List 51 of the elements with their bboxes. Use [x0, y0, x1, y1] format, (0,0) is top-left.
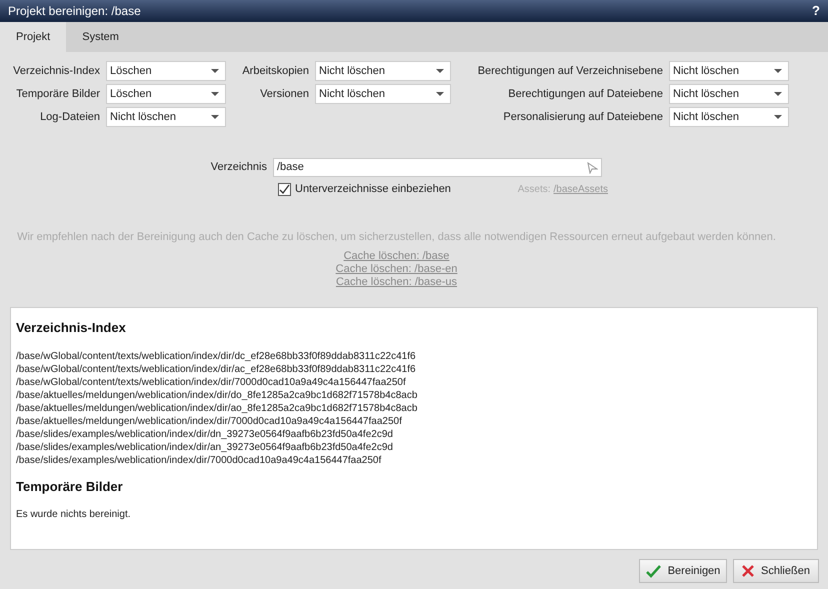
option-label: Temporäre Bilder	[15, 86, 101, 102]
section-heading: Temporäre Bilder	[16, 478, 124, 496]
caret-icon	[774, 115, 782, 119]
caret-icon	[774, 92, 782, 96]
dialog-button[interactable]: Schließen	[733, 559, 819, 583]
field-label: Verzeichnis	[210, 161, 267, 174]
result-line: /base/aktuelles/meldungen/weblication/index/dir/7000d0cad10a9a49c4a156447faa250f	[16, 414, 403, 428]
option-label: Personalisierung auf Dateiebene	[502, 110, 664, 125]
close-icon	[742, 565, 754, 577]
dialog-button[interactable]: Bereinigen	[639, 559, 727, 583]
option-label: Berechtigungen auf Verzeichnisebene	[476, 64, 664, 79]
dropdown[interactable]: Nicht löschen	[669, 61, 789, 81]
option-label: Log-Dateien	[39, 110, 101, 125]
caret-icon	[436, 69, 444, 73]
caret-icon	[211, 115, 219, 119]
dropdown[interactable]: Nicht löschen	[315, 61, 451, 81]
result-line: /base/slides/examples/weblication/index/dir/dn_39273e0564f9aafb6b23fd50a4fe2c9d	[16, 428, 394, 440]
checkbox[interactable]	[278, 182, 291, 196]
option-label: Versionen	[259, 86, 310, 102]
dropdown[interactable]: Löschen	[106, 84, 226, 104]
pointer-icon	[587, 162, 598, 174]
check-icon	[646, 564, 661, 578]
checkbox-label[interactable]: Unterverzeichnisse einbeziehen	[295, 181, 451, 198]
result-line: Es wurde nichts bereinigt.	[16, 508, 132, 521]
result-line: /base/wGlobal/content/texts/weblication/index/dir/ac_ef28e68bb33f0f89ddab8311c22c41f6	[16, 362, 417, 376]
result-line: /base/aktuelles/meldungen/weblication/index/dir/do_8fe1285a2ca9bc1d682f71578b4c8acb	[16, 388, 418, 402]
dropdown[interactable]: Nicht löschen	[106, 107, 226, 127]
dropdown[interactable]: Nicht löschen	[315, 84, 451, 104]
option-label: Berechtigungen auf Dateiebene	[507, 86, 664, 102]
dropdown[interactable]: Löschen	[106, 61, 226, 81]
tab[interactable]: System	[66, 22, 135, 52]
option-label: Verzeichnis-Index	[12, 64, 101, 79]
option-label: Arbeitskopien	[241, 64, 310, 79]
section-heading: Verzeichnis-Index	[16, 319, 127, 337]
dropdown[interactable]: Nicht löschen	[669, 107, 789, 127]
result-line: /base/wGlobal/content/texts/weblication/index/dir/dc_ef28e68bb33f0f89ddab8311c22c41f6	[16, 350, 417, 362]
caret-icon	[436, 92, 444, 96]
assets-label: Assets:	[518, 182, 551, 197]
result-line: /base/aktuelles/meldungen/weblication/index/dir/ao_8fe1285a2ca9bc1d682f71578b4c8acb	[16, 402, 418, 414]
caret-icon	[211, 92, 219, 96]
help-button[interactable]: ?	[812, 1, 820, 21]
tab[interactable]: Projekt	[0, 22, 66, 52]
window-title: Projekt bereinigen: /base	[8, 3, 141, 20]
result-line: /base/slides/examples/weblication/index/dir/7000d0cad10a9a49c4a156447faa250f	[16, 454, 382, 466]
dropdown[interactable]: Nicht löschen	[669, 84, 789, 104]
result-line: /base/slides/examples/weblication/index/dir/an_39273e0564f9aafb6b23fd50a4fe2c9d	[16, 440, 394, 454]
directory-field[interactable]: /base	[273, 158, 602, 177]
caret-icon	[211, 69, 219, 73]
caret-icon	[774, 69, 782, 73]
result-line: /base/wGlobal/content/texts/weblication/index/dir/7000d0cad10a9a49c4a156447faa250f	[16, 376, 407, 388]
hint-text: Wir empfehlen nach der Bereinigung auch den Cache zu löschen, um sicherzustellen, dass alle notwendigen Ressourcen erneut aufgebaut werden können.	[16, 230, 777, 244]
